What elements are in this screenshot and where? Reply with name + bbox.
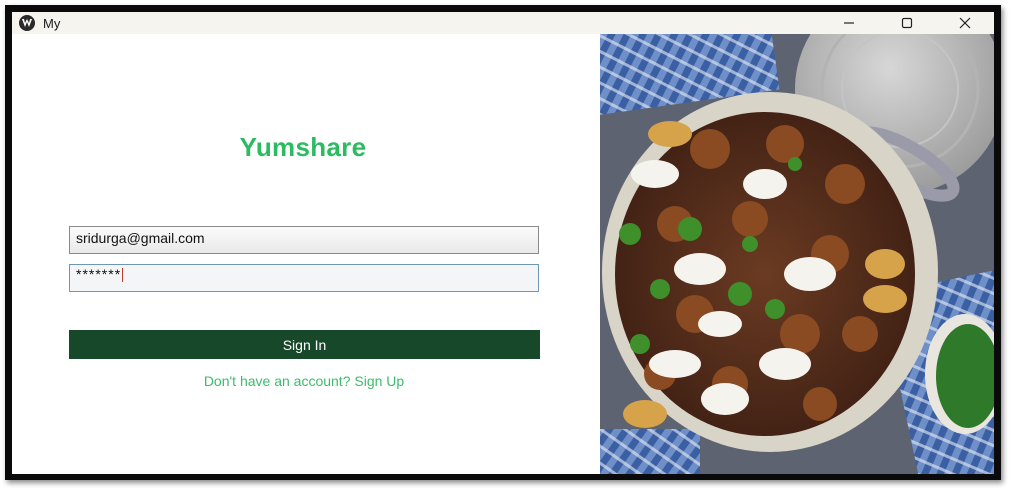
email-value: sridurga@gmail.com [76, 230, 205, 246]
minimize-icon [844, 22, 854, 24]
text-cursor [122, 268, 124, 283]
password-value: ******* [76, 266, 122, 282]
food-photo [600, 34, 994, 474]
app-window: My Yumshare sridurga@gmail.com ******* S… [12, 12, 994, 474]
maximize-button[interactable] [878, 12, 936, 34]
maximize-icon [901, 17, 913, 29]
close-icon [959, 17, 971, 29]
brand-title: Yumshare [239, 132, 367, 162]
app-logo-icon [19, 15, 35, 31]
close-button[interactable] [936, 12, 994, 34]
window-title: My [43, 15, 61, 31]
password-field[interactable]: ******* [69, 264, 539, 292]
minimize-button[interactable] [820, 12, 878, 34]
sign-up-link[interactable]: Don't have an account? Sign Up [12, 373, 596, 389]
window-controls [820, 12, 994, 34]
title-bar: My [12, 12, 994, 34]
login-panel: Yumshare sridurga@gmail.com ******* Sign… [12, 34, 599, 474]
email-field[interactable]: sridurga@gmail.com [69, 226, 539, 254]
sign-in-button[interactable]: Sign In [69, 330, 540, 359]
